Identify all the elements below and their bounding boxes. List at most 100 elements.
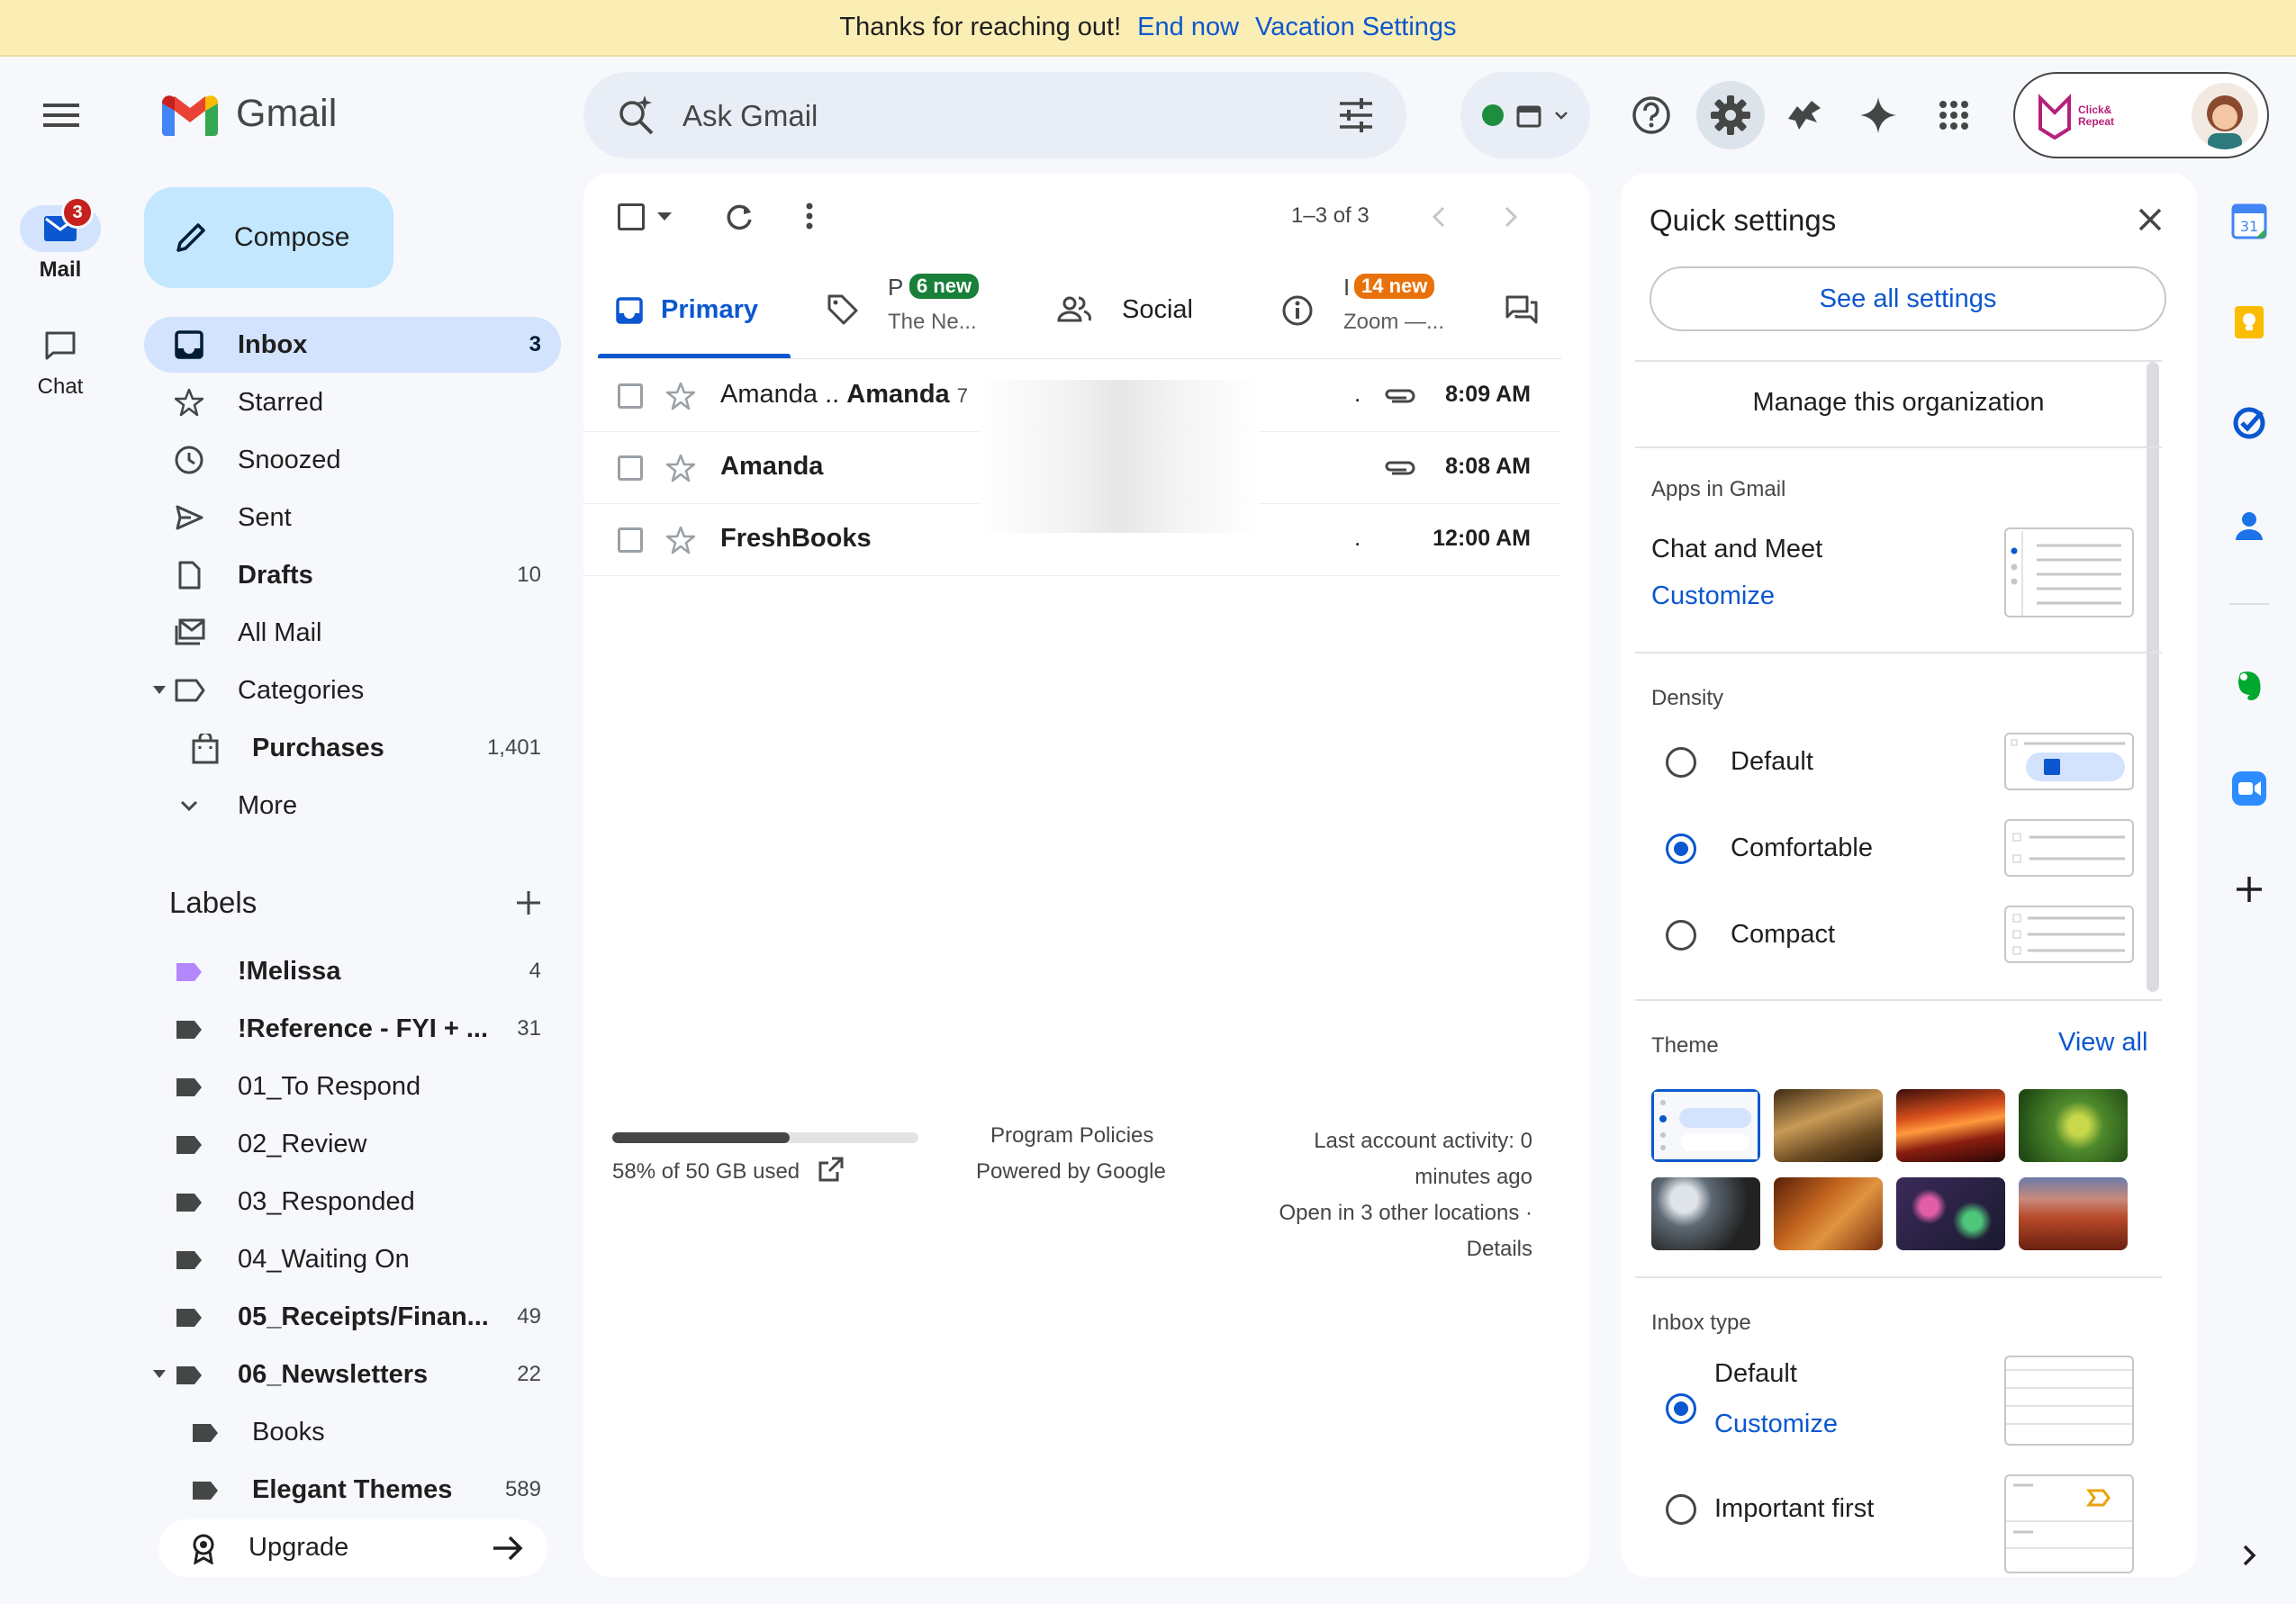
nav-more[interactable]: More bbox=[144, 778, 561, 834]
inbox-default-radio[interactable] bbox=[1666, 1393, 1696, 1424]
row-checkbox[interactable] bbox=[618, 527, 643, 553]
google-apps-button[interactable] bbox=[1920, 81, 1988, 149]
nav-all-mail[interactable]: All Mail bbox=[144, 605, 561, 661]
label-item[interactable]: 04_Waiting On bbox=[144, 1231, 561, 1287]
forums-icon[interactable] bbox=[1505, 295, 1538, 326]
more-vert-icon[interactable] bbox=[805, 202, 814, 230]
activity-details-link[interactable]: Details bbox=[1279, 1231, 1532, 1267]
zoom-app-icon[interactable] bbox=[2231, 770, 2267, 807]
theme-desert[interactable] bbox=[2019, 1177, 2128, 1250]
end-now-link[interactable]: End now bbox=[1137, 13, 1239, 42]
chevron-left-icon[interactable] bbox=[1432, 205, 1446, 229]
search-input[interactable]: Ask Gmail bbox=[682, 99, 818, 133]
quick-settings-title: Quick settings bbox=[1650, 203, 1837, 237]
tab-promotions[interactable]: P 6 new The Ne... bbox=[827, 263, 1043, 358]
nav-starred[interactable]: Starred bbox=[144, 374, 561, 430]
status-selector[interactable] bbox=[1460, 72, 1590, 158]
nav-inbox[interactable]: Inbox 3 bbox=[144, 317, 561, 373]
expand-triangle-icon[interactable] bbox=[153, 1370, 166, 1379]
density-compact-option[interactable]: Compact bbox=[1651, 906, 2156, 963]
refresh-icon[interactable] bbox=[724, 202, 755, 232]
nav-starred-label: Starred bbox=[238, 387, 324, 417]
star-toggle-icon[interactable] bbox=[666, 526, 695, 554]
density-compact-preview bbox=[2004, 906, 2134, 963]
settings-button[interactable] bbox=[1696, 81, 1765, 149]
main-menu-button[interactable] bbox=[43, 101, 79, 130]
select-dropdown-arrow-icon[interactable] bbox=[657, 212, 672, 221]
draft-icon bbox=[178, 561, 201, 590]
keep-app-icon[interactable] bbox=[2231, 304, 2267, 340]
vacation-settings-link[interactable]: Vacation Settings bbox=[1255, 13, 1457, 42]
label-item[interactable]: Elegant Themes 589 bbox=[144, 1462, 561, 1518]
support-button[interactable] bbox=[1617, 81, 1686, 149]
expand-triangle-icon[interactable] bbox=[153, 686, 166, 695]
theme-canyon[interactable] bbox=[1896, 1089, 2005, 1162]
open-in-new-icon[interactable] bbox=[818, 1156, 845, 1183]
label-item[interactable]: 01_To Respond bbox=[144, 1059, 561, 1114]
label-item[interactable]: 05_Receipts/Finan... 49 bbox=[144, 1289, 561, 1345]
inbox-default-customize-link[interactable]: Customize bbox=[1714, 1410, 1838, 1439]
select-all-checkbox[interactable] bbox=[618, 203, 645, 230]
show-side-panel-button[interactable] bbox=[2231, 1537, 2267, 1573]
density-default-option[interactable]: Default bbox=[1651, 733, 2156, 790]
theme-chess[interactable] bbox=[1774, 1089, 1883, 1162]
tab-social[interactable]: Social bbox=[1057, 263, 1219, 358]
label-item[interactable]: !Melissa 4 bbox=[144, 943, 561, 999]
organization-logo-text: Click& Repeat bbox=[2078, 104, 2115, 128]
nav-sent[interactable]: Sent bbox=[144, 490, 561, 545]
density-comfortable-option[interactable]: Comfortable bbox=[1651, 819, 2156, 877]
label-item[interactable]: Books bbox=[144, 1404, 561, 1460]
view-all-themes-link[interactable]: View all bbox=[2058, 1028, 2147, 1058]
label-item[interactable]: 02_Review bbox=[144, 1116, 561, 1172]
add-label-plus-icon[interactable] bbox=[515, 889, 542, 916]
contacts-app-icon[interactable] bbox=[2231, 508, 2267, 544]
row-checkbox[interactable] bbox=[618, 455, 643, 481]
get-addons-plus-icon[interactable] bbox=[2231, 871, 2267, 907]
density-default-radio[interactable] bbox=[1666, 747, 1696, 778]
chat-meet-customize-link[interactable]: Customize bbox=[1651, 581, 1775, 611]
evernote-app-icon[interactable] bbox=[2231, 668, 2267, 704]
manage-organization-row[interactable]: Manage this organization bbox=[1635, 360, 2162, 443]
label-item[interactable]: 06_Newsletters 22 bbox=[144, 1347, 561, 1402]
tab-updates[interactable]: I 14 new Zoom —... bbox=[1282, 263, 1498, 358]
attachment-icon[interactable] bbox=[1383, 385, 1415, 407]
label-item[interactable]: !Reference - FYI + ... 31 bbox=[144, 1001, 561, 1057]
theme-default[interactable] bbox=[1651, 1089, 1760, 1162]
star-toggle-icon[interactable] bbox=[666, 454, 695, 482]
density-compact-radio[interactable] bbox=[1666, 920, 1696, 951]
theme-leaf[interactable] bbox=[2019, 1089, 2128, 1162]
theme-autumn[interactable] bbox=[1774, 1177, 1883, 1250]
gemini-button[interactable] bbox=[1844, 81, 1912, 149]
close-icon[interactable] bbox=[2138, 207, 2163, 232]
theme-lights[interactable] bbox=[1896, 1177, 2005, 1250]
nav-categories[interactable]: Categories bbox=[144, 662, 561, 718]
search-options-icon[interactable] bbox=[1338, 97, 1374, 133]
nav-snoozed[interactable]: Snoozed bbox=[144, 432, 561, 488]
theme-bubbles[interactable] bbox=[1651, 1177, 1760, 1250]
addon-button[interactable] bbox=[1770, 81, 1839, 149]
row-checkbox[interactable] bbox=[618, 383, 643, 409]
tasks-app-icon[interactable] bbox=[2231, 405, 2267, 441]
rail-chat-button[interactable]: Chat bbox=[20, 322, 101, 400]
compose-button[interactable]: Compose bbox=[144, 187, 393, 288]
star-toggle-icon[interactable] bbox=[666, 382, 695, 410]
label-item[interactable]: 03_Responded bbox=[144, 1174, 561, 1230]
nav-drafts[interactable]: Drafts 10 bbox=[144, 547, 561, 603]
account-switcher[interactable]: Click& Repeat bbox=[2013, 72, 2269, 158]
important-first-radio[interactable] bbox=[1666, 1494, 1696, 1525]
tab-primary[interactable]: Primary bbox=[598, 263, 791, 358]
upgrade-button[interactable]: Upgrade bbox=[158, 1519, 547, 1577]
density-comfortable-radio[interactable] bbox=[1666, 834, 1696, 864]
label-tag-icon bbox=[176, 963, 202, 981]
attachment-icon[interactable] bbox=[1383, 457, 1415, 479]
rail-chat-label: Chat bbox=[37, 374, 84, 399]
see-all-settings-button[interactable]: See all settings bbox=[1650, 266, 2166, 331]
chat-meet-preview bbox=[2004, 527, 2134, 617]
program-policies-link[interactable]: Program Policies bbox=[990, 1123, 1153, 1149]
rail-mail-button[interactable]: 3 Mail bbox=[20, 196, 101, 283]
gmail-logo[interactable]: Gmail bbox=[162, 92, 337, 136]
nav-purchases[interactable]: Purchases 1,401 bbox=[144, 720, 561, 776]
chevron-right-icon[interactable] bbox=[1504, 205, 1518, 229]
search-bar[interactable]: Ask Gmail bbox=[583, 72, 1406, 158]
calendar-app-icon[interactable]: 31 bbox=[2231, 203, 2267, 239]
